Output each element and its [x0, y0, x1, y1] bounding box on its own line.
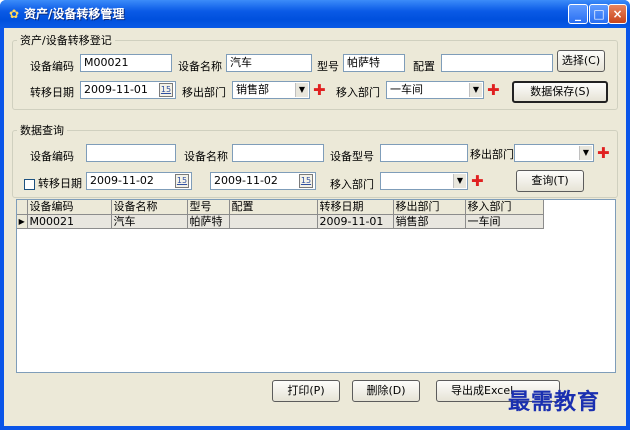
table-cell[interactable]: 汽车 [111, 214, 188, 229]
query-in-dept-select[interactable]: ▼ [380, 172, 468, 190]
reg-in-dept-select[interactable]: 一车间 ▼ [386, 81, 484, 99]
column-header[interactable]: 转移日期 [317, 200, 394, 215]
reg-in-dept-value: 一车间 [390, 83, 423, 96]
chevron-down-icon[interactable]: ▼ [295, 83, 308, 97]
query-code-label: 设备编码 [30, 150, 74, 163]
maximize-button[interactable]: □ [589, 4, 609, 24]
minimize-button[interactable]: _ [568, 4, 588, 24]
query-button[interactable]: 查询(T) [516, 170, 584, 192]
reg-config-input[interactable] [441, 54, 553, 72]
column-header[interactable]: 配置 [229, 200, 318, 215]
column-header[interactable]: 移出部门 [393, 200, 466, 215]
query-model-input[interactable] [380, 144, 468, 162]
reg-code-label: 设备编码 [30, 60, 74, 73]
table-row[interactable]: ▶ M00021 汽车 帕萨特 2009-11-01 销售部 一车间 [17, 214, 544, 229]
date-filter-checkbox[interactable] [24, 179, 35, 190]
table-cell[interactable]: M00021 [27, 214, 112, 229]
chevron-down-icon[interactable]: ▼ [469, 83, 482, 97]
query-code-input[interactable] [86, 144, 176, 162]
query-date-to-value: 2009-11-02 [214, 174, 278, 187]
reg-name-label: 设备名称 [178, 60, 222, 73]
select-button[interactable]: 选择(C) [557, 50, 605, 72]
query-date-label: 转移日期 [38, 177, 82, 190]
reg-date-picker[interactable]: 2009-11-01 15 [80, 81, 176, 99]
column-header[interactable]: 移入部门 [465, 200, 544, 215]
reg-date-value: 2009-11-01 [84, 83, 148, 96]
registration-legend: 资产/设备转移登记 [20, 34, 112, 47]
watermark-logo: 最需教育 [508, 389, 601, 415]
query-date-to-picker[interactable]: 2009-11-02 15 [210, 172, 316, 190]
close-button[interactable]: × [608, 4, 627, 24]
reg-out-dept-label: 移出部门 [182, 86, 226, 99]
reg-code-input[interactable]: M00021 [80, 54, 172, 72]
query-date-from-picker[interactable]: 2009-11-02 15 [86, 172, 192, 190]
row-indicator-header [17, 200, 28, 215]
print-button[interactable]: 打印(P) [272, 380, 340, 402]
calendar-icon[interactable]: 15 [299, 174, 313, 188]
main-window: ✿ 资产/设备转移管理 _ □ × 资产/设备转移登记 设备编码 M00021 … [0, 0, 630, 430]
query-in-dept-label: 移入部门 [330, 178, 374, 191]
data-grid[interactable]: 设备编码 设备名称 型号 配置 转移日期 移出部门 移入部门 ▶ M00021 … [16, 199, 616, 373]
chevron-down-icon[interactable]: ▼ [453, 174, 466, 188]
query-date-from-value: 2009-11-02 [90, 174, 154, 187]
app-gear-icon: ✿ [8, 7, 20, 21]
table-cell[interactable]: 帕萨特 [187, 214, 230, 229]
query-model-label: 设备型号 [330, 150, 374, 163]
reg-name-input[interactable]: 汽车 [226, 54, 312, 72]
column-header[interactable]: 设备编码 [27, 200, 112, 215]
save-button[interactable]: 数据保存(S) [512, 81, 608, 103]
chevron-down-icon[interactable]: ▼ [579, 146, 592, 160]
current-row-arrow-icon: ▶ [17, 214, 28, 229]
reg-out-dept-value: 销售部 [236, 83, 269, 96]
table-header-row: 设备编码 设备名称 型号 配置 转移日期 移出部门 移入部门 [17, 200, 544, 215]
reg-config-label: 配置 [413, 60, 435, 73]
column-header[interactable]: 型号 [187, 200, 230, 215]
add-in-dept-icon[interactable]: ✚ [487, 83, 500, 98]
window-title: 资产/设备转移管理 [24, 7, 125, 21]
delete-button[interactable]: 删除(D) [352, 380, 420, 402]
column-header[interactable]: 设备名称 [111, 200, 188, 215]
query-name-input[interactable] [232, 144, 324, 162]
title-bar[interactable]: ✿ 资产/设备转移管理 _ □ × [0, 0, 630, 28]
table-cell[interactable]: 一车间 [465, 214, 544, 229]
query-name-label: 设备名称 [184, 150, 228, 163]
calendar-icon[interactable]: 15 [175, 174, 189, 188]
table-cell[interactable]: 销售部 [393, 214, 466, 229]
query-out-dept-select[interactable]: ▼ [514, 144, 594, 162]
add-query-in-dept-icon[interactable]: ✚ [471, 174, 484, 189]
query-out-dept-label: 移出部门 [470, 148, 514, 161]
table-cell[interactable] [229, 214, 318, 229]
client-area: 资产/设备转移登记 设备编码 M00021 设备名称 汽车 型号 帕萨特 配置 … [4, 28, 626, 426]
reg-in-dept-label: 移入部门 [336, 86, 380, 99]
data-table: 设备编码 设备名称 型号 配置 转移日期 移出部门 移入部门 ▶ M00021 … [17, 200, 544, 229]
reg-date-label: 转移日期 [30, 86, 74, 99]
reg-model-input[interactable]: 帕萨特 [343, 54, 405, 72]
add-out-dept-icon[interactable]: ✚ [313, 83, 326, 98]
reg-model-label: 型号 [317, 60, 339, 73]
table-cell[interactable]: 2009-11-01 [317, 214, 394, 229]
calendar-icon[interactable]: 15 [159, 83, 173, 97]
query-legend: 数据查询 [20, 124, 64, 137]
reg-out-dept-select[interactable]: 销售部 ▼ [232, 81, 310, 99]
add-query-out-dept-icon[interactable]: ✚ [597, 146, 610, 161]
